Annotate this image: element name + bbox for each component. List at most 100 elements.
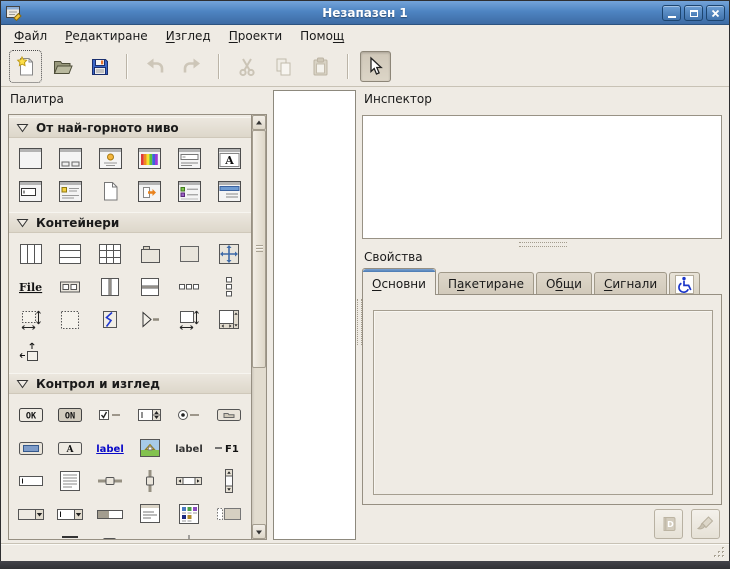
save-button[interactable] bbox=[84, 51, 115, 82]
palette-item-notebook[interactable] bbox=[132, 239, 168, 269]
paste-icon bbox=[309, 55, 333, 79]
palette-item-vscrollbar[interactable] bbox=[211, 466, 247, 496]
palette-grid: A bbox=[9, 138, 251, 210]
menu-file[interactable]: Файл bbox=[5, 25, 56, 47]
palette-item-combo-box[interactable] bbox=[13, 499, 49, 529]
palette-item-progress-bar[interactable] bbox=[92, 499, 128, 529]
palette-item-icon-view[interactable] bbox=[171, 499, 207, 529]
palette-item-vbox[interactable] bbox=[52, 239, 88, 269]
palette-item-color-selection-dialog[interactable] bbox=[132, 144, 168, 174]
palette-item-expander[interactable] bbox=[132, 305, 168, 335]
palette-item-option-menu[interactable] bbox=[211, 400, 247, 430]
redo-button bbox=[176, 51, 207, 82]
accessibility-icon bbox=[675, 275, 694, 294]
palette-item-hbuttonbox[interactable] bbox=[171, 272, 207, 302]
palette-item-partial-line[interactable] bbox=[52, 532, 88, 540]
palette-item-header-window[interactable] bbox=[211, 177, 247, 207]
menu-edit[interactable]: Редактиране bbox=[56, 25, 157, 47]
tab-accessibility[interactable] bbox=[669, 272, 700, 295]
palette-item-combo-box-entry[interactable] bbox=[52, 499, 88, 529]
tab-general[interactable]: Основни bbox=[362, 268, 436, 295]
new-button[interactable] bbox=[10, 51, 41, 82]
palette-item-message-box[interactable] bbox=[52, 177, 88, 207]
palette-item-curve[interactable] bbox=[92, 305, 128, 335]
palette-item-list-dialog[interactable] bbox=[171, 177, 207, 207]
palette-item-color-button[interactable] bbox=[13, 433, 49, 463]
palette-item-menubar[interactable]: File bbox=[13, 272, 49, 302]
glade-window: Незапазен 1 ФайлРедактиранеИзгледПроекти… bbox=[0, 0, 730, 569]
palette-panel: От най-горното ниво A Контейнери File Контро… bbox=[8, 114, 267, 540]
paste-button bbox=[305, 51, 336, 82]
palette-item-hbox[interactable] bbox=[13, 239, 49, 269]
palette-item-scrolled-panel[interactable] bbox=[211, 305, 247, 335]
palette-item-alignment[interactable] bbox=[13, 338, 49, 368]
palette-item-cell-view[interactable] bbox=[211, 499, 247, 529]
palette-item-vpaned[interactable] bbox=[132, 272, 168, 302]
scroll-down-button[interactable] bbox=[252, 524, 266, 539]
palette-item-frame[interactable] bbox=[171, 239, 207, 269]
toolbar bbox=[1, 47, 729, 87]
palette-item-font-button[interactable]: A bbox=[52, 433, 88, 463]
palette-item-font-selection-dialog[interactable]: A bbox=[211, 144, 247, 174]
palette-section-title: Контрол и изглед bbox=[36, 377, 160, 391]
palette-item-text-view[interactable] bbox=[52, 466, 88, 496]
palette-item-tree-view[interactable] bbox=[132, 499, 168, 529]
tab-packing[interactable]: Пакетиране bbox=[438, 272, 534, 295]
palette-item-entry[interactable] bbox=[13, 466, 49, 496]
design-canvas[interactable] bbox=[273, 90, 356, 540]
palette-item-hpaned[interactable] bbox=[92, 272, 128, 302]
palette-item-radio-button[interactable] bbox=[171, 400, 207, 430]
palette-item-image[interactable] bbox=[132, 433, 168, 463]
menu-projects[interactable]: Проекти bbox=[220, 25, 291, 47]
titlebar[interactable]: Незапазен 1 bbox=[1, 1, 729, 25]
palette-item-accel-label[interactable]: F1 bbox=[211, 433, 247, 463]
menu-help[interactable]: Помощ bbox=[291, 25, 353, 47]
palette-scrollbar[interactable] bbox=[251, 115, 266, 539]
palette-item-layout[interactable] bbox=[52, 305, 88, 335]
scrollbar-thumb[interactable] bbox=[252, 130, 266, 368]
copy-icon bbox=[272, 55, 296, 79]
palette-item-table[interactable] bbox=[92, 239, 128, 269]
close-button[interactable] bbox=[706, 5, 725, 21]
palette-item-link-label[interactable]: label bbox=[92, 433, 128, 463]
palette-section-header[interactable]: От най-горното ниво bbox=[9, 117, 251, 138]
maximize-button[interactable] bbox=[684, 5, 703, 21]
palette-item-file-selection-dialog[interactable] bbox=[171, 144, 207, 174]
palette-list: От най-горното ниво A Контейнери File Контро… bbox=[9, 115, 251, 539]
palette-item-spin-button[interactable] bbox=[132, 400, 168, 430]
palette-item-hscale[interactable] bbox=[92, 466, 128, 496]
palette-item-toggle-button[interactable]: ON bbox=[52, 400, 88, 430]
palette-item-hscrollbar[interactable] bbox=[171, 466, 207, 496]
inspector-tree[interactable] bbox=[362, 115, 722, 239]
palette-item-button[interactable]: OK bbox=[13, 400, 49, 430]
palette-item-label-widget[interactable]: label bbox=[171, 433, 207, 463]
palette-item-fixed[interactable] bbox=[211, 239, 247, 269]
palette-item-scrolled-window[interactable] bbox=[171, 305, 207, 335]
palette-item-partial-round[interactable] bbox=[92, 532, 128, 540]
palette-section-header[interactable]: Контрол и изглед bbox=[9, 373, 251, 394]
tab-common[interactable]: Общи bbox=[536, 272, 592, 295]
scroll-up-button[interactable] bbox=[252, 115, 266, 130]
palette-item-spacer bbox=[13, 532, 49, 540]
palette-item-viewport[interactable] bbox=[13, 305, 49, 335]
palette-item-dialog[interactable] bbox=[52, 144, 88, 174]
resize-grip[interactable] bbox=[713, 546, 726, 559]
palette-item-check-button[interactable] bbox=[92, 400, 128, 430]
horizontal-paned-grip[interactable] bbox=[519, 242, 567, 247]
menu-view[interactable]: Изглед bbox=[157, 25, 220, 47]
palette-item-file-chooser[interactable] bbox=[132, 177, 168, 207]
palette-item-toolbar-widget[interactable] bbox=[52, 272, 88, 302]
tab-signals[interactable]: Сигнали bbox=[594, 272, 667, 295]
cut-button bbox=[231, 51, 262, 82]
palette-item-window[interactable] bbox=[13, 144, 49, 174]
palette-item-input-dialog[interactable] bbox=[13, 177, 49, 207]
pointer-button[interactable] bbox=[360, 51, 391, 82]
palette-item-message-dialog[interactable] bbox=[92, 144, 128, 174]
palette-section-header[interactable]: Контейнери bbox=[9, 212, 251, 233]
palette-item-partial-tick[interactable] bbox=[171, 532, 207, 540]
minimize-button[interactable] bbox=[662, 5, 681, 21]
palette-item-vscale[interactable] bbox=[132, 466, 168, 496]
palette-item-about-page[interactable] bbox=[92, 177, 128, 207]
open-button[interactable] bbox=[47, 51, 78, 82]
palette-item-vbuttonbox[interactable] bbox=[211, 272, 247, 302]
